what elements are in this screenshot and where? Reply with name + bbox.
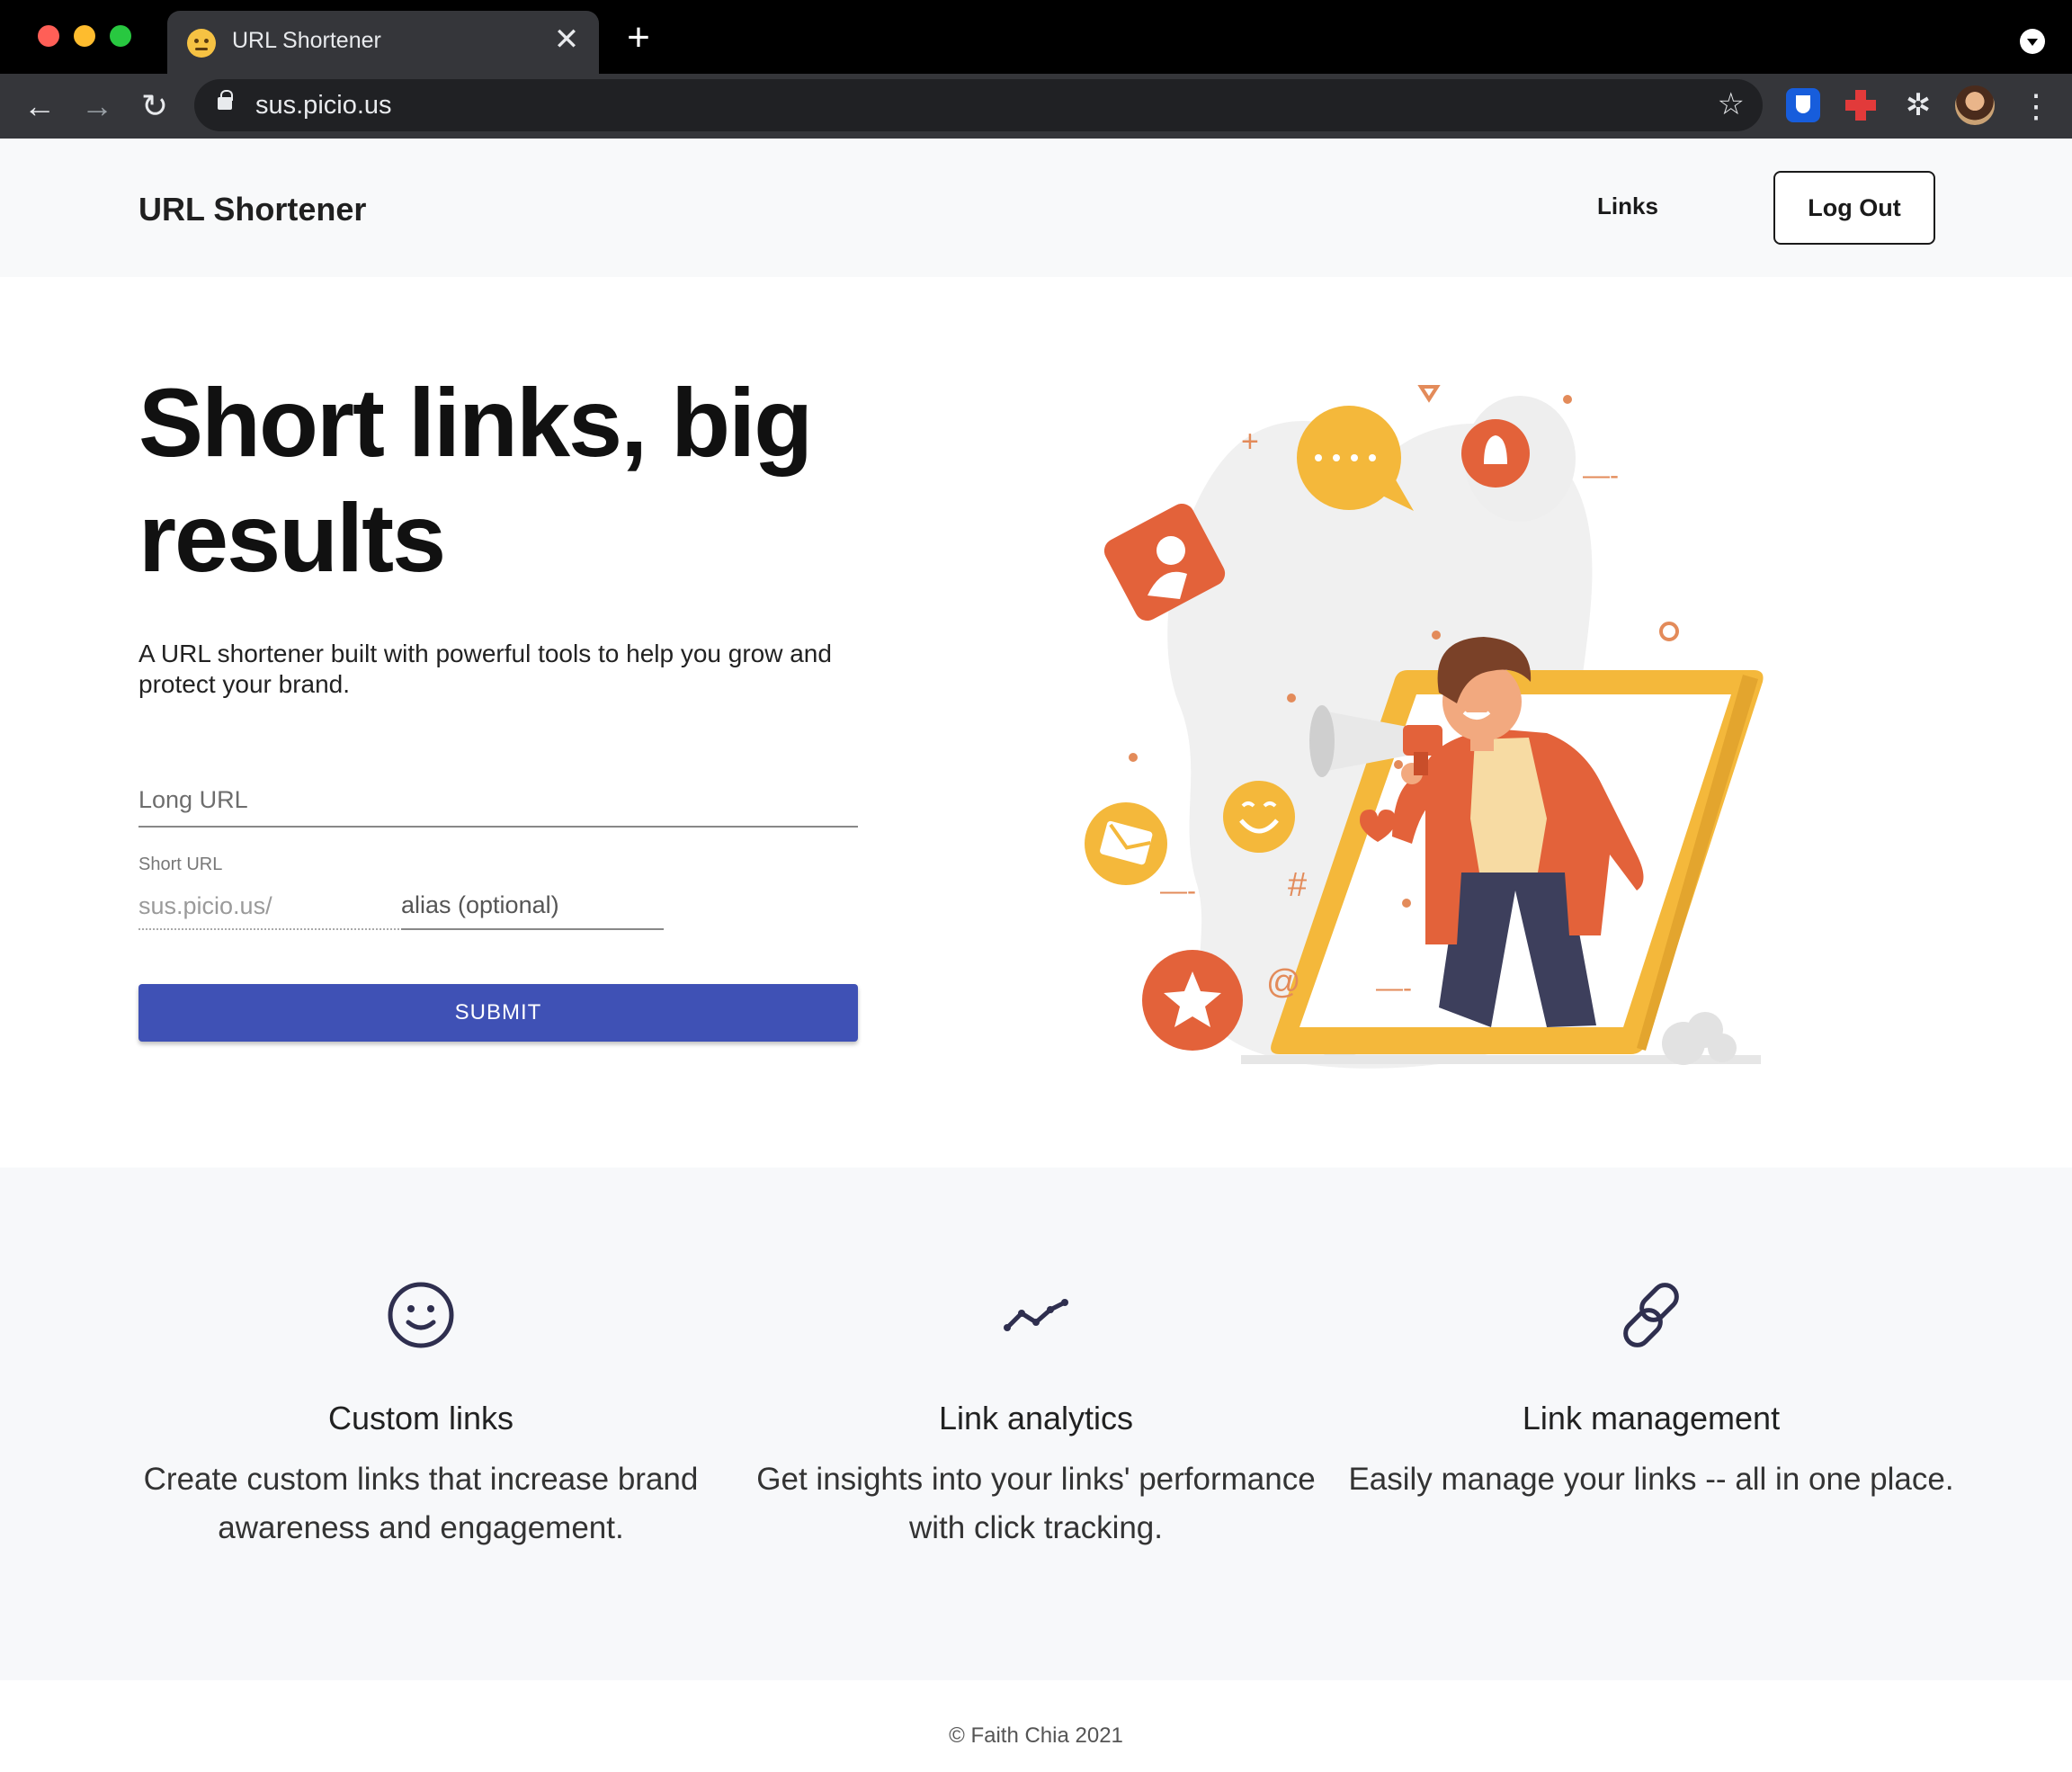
- feature-description: Get insights into your links' performanc…: [756, 1462, 1316, 1545]
- bell-notification-icon: [1461, 419, 1530, 488]
- analytics-line-icon: [1004, 1299, 1068, 1331]
- browser-menu-icon[interactable]: ⋮: [2020, 86, 2052, 126]
- hero-title: Short links, big results: [138, 368, 813, 592]
- address-url[interactable]: sus.picio.us: [255, 91, 392, 121]
- speech-bubble-orange-icon: [1297, 406, 1414, 511]
- browser-chrome: URL Shortener ✕ + ← → ↻ sus.picio.us ☆ ✲…: [0, 0, 2072, 139]
- feature-title: Custom links: [327, 1400, 514, 1436]
- short-url-prefix: sus.picio.us/: [138, 882, 399, 930]
- links-nav-link[interactable]: Links: [1597, 192, 1658, 220]
- tab-bar: URL Shortener ✕ +: [0, 0, 2072, 74]
- bitwarden-extension-icon[interactable]: [1786, 88, 1820, 122]
- ring-shape: [1659, 622, 1679, 641]
- tab-search-icon[interactable]: [2020, 29, 2045, 54]
- tab-close-icon[interactable]: ✕: [549, 22, 585, 58]
- smiley-icon: [388, 1282, 454, 1348]
- profile-avatar[interactable]: [1955, 85, 1995, 125]
- svg-text:—-: —-: [1376, 973, 1412, 1003]
- feature-title: Link management: [1522, 1400, 1781, 1436]
- reload-icon[interactable]: ↻: [135, 86, 174, 126]
- submit-button[interactable]: SUBMIT: [138, 984, 858, 1042]
- smile-emoji-icon: [1223, 781, 1295, 853]
- back-icon[interactable]: ←: [20, 86, 59, 126]
- long-url-input[interactable]: [138, 774, 858, 828]
- raised-eyebrow-emoji-icon: [187, 29, 216, 58]
- zoom-window-button[interactable]: [110, 25, 131, 47]
- app-header: URL Shortener Links Log Out: [0, 139, 2072, 277]
- envelope-icon: [1085, 802, 1167, 885]
- browser-toolbar: ← → ↻ sus.picio.us ☆ ✲ ⋮: [0, 74, 2072, 139]
- page-footer: © Faith Chia 2021: [0, 1680, 2072, 1772]
- tab-title: URL Shortener: [232, 28, 381, 53]
- hero-subtitle: A URL shortener built with powerful tool…: [138, 640, 832, 698]
- cloud-shape: [1662, 1012, 1737, 1065]
- address-bar[interactable]: sus.picio.us ☆: [194, 79, 1763, 131]
- lock-icon: [218, 90, 233, 110]
- close-window-button[interactable]: [38, 25, 59, 47]
- browser-tab[interactable]: URL Shortener ✕: [167, 11, 599, 74]
- svg-text:—-: —-: [1160, 876, 1196, 906]
- red-cross-extension-icon[interactable]: [1844, 88, 1878, 122]
- svg-text:—-: —-: [1583, 461, 1619, 490]
- copyright-text: © Faith Chia 2021: [949, 1723, 1123, 1748]
- page-content: URL Shortener Links Log Out Short links,…: [0, 139, 2072, 1772]
- link-icon: [1623, 1283, 1679, 1347]
- minimize-window-button[interactable]: [74, 25, 95, 47]
- logout-button[interactable]: Log Out: [1773, 171, 1935, 245]
- feature-description: Create custom links that increase brand …: [143, 1462, 699, 1545]
- alias-input[interactable]: [401, 882, 664, 930]
- svg-text:+: +: [1241, 425, 1259, 459]
- short-url-label: Short URL: [138, 855, 223, 874]
- star-badge-icon: [1142, 950, 1243, 1051]
- forward-icon[interactable]: →: [77, 86, 117, 126]
- feature-title: Link analytics: [938, 1400, 1134, 1436]
- svg-text:@: @: [1266, 963, 1301, 1001]
- extensions-puzzle-icon[interactable]: ✲: [1901, 88, 1935, 122]
- marketing-illustration: + # @ —- —- —-: [1085, 385, 1764, 1069]
- features-section: Custom links Create custom links that in…: [0, 1168, 2072, 1680]
- brand-link[interactable]: URL Shortener: [138, 191, 366, 228]
- feature-description: Easily manage your links -- all in one p…: [1348, 1462, 1954, 1497]
- svg-text:#: #: [1288, 866, 1307, 904]
- new-tab-button[interactable]: +: [621, 18, 656, 58]
- bookmark-star-icon[interactable]: ☆: [1718, 86, 1745, 122]
- triangle-outline-shape: [1417, 385, 1441, 403]
